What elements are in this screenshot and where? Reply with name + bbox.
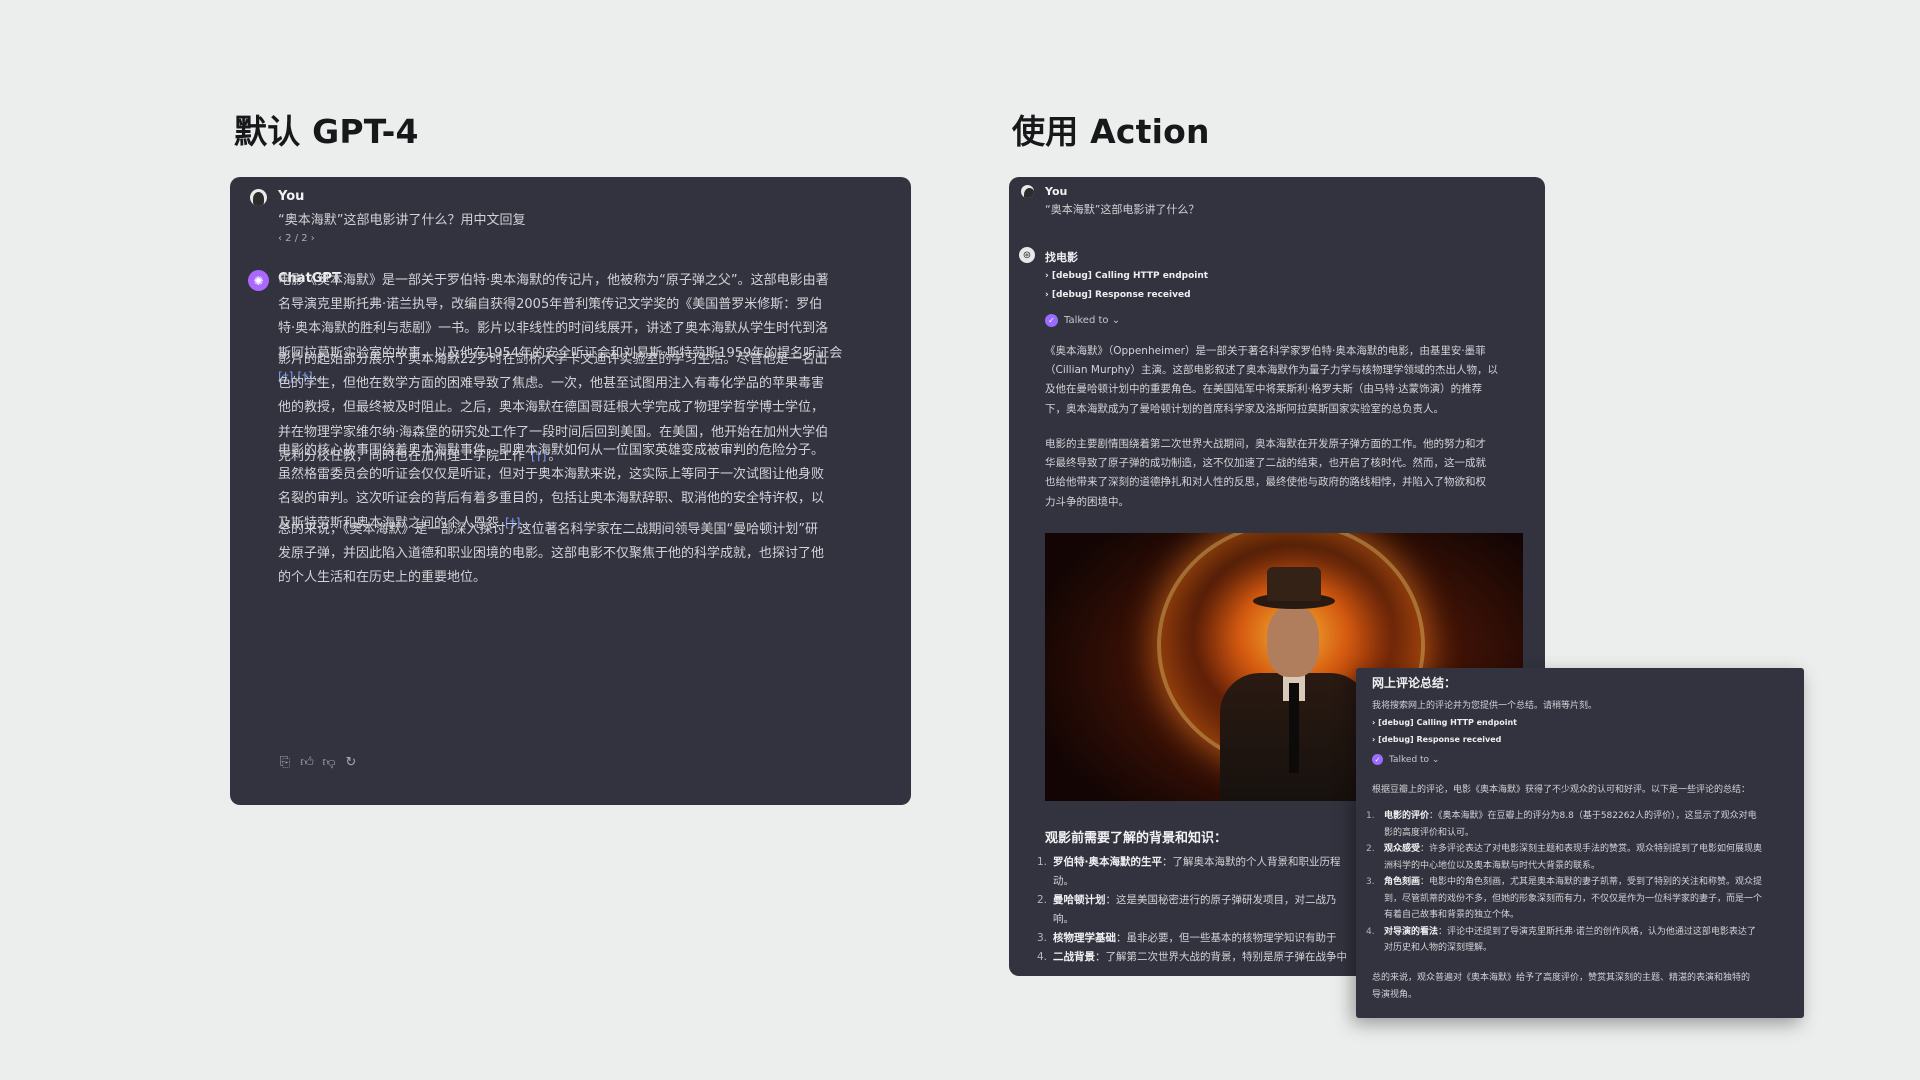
list-item: 1. 电影的评价：《奥本海默》在豆瓣上的评分为8.8（基于582262人的评价），… <box>1366 808 1792 841</box>
response-line: 及他在曼哈顿计划中的重要角色。在美国陆军中将莱斯利·格罗夫斯（由马特·达蒙饰演）… <box>1045 383 1483 396</box>
response-line: （Cillian Murphy）主演。这部电影叙述了奥本海默作为量子力学与核物理… <box>1045 364 1498 377</box>
debug-response-received[interactable]: › [debug] Response received <box>1372 735 1501 744</box>
response-pager[interactable]: ‹ 2 / 2 › <box>278 233 315 244</box>
talked-to-toggle[interactable]: ✓ Talked to ⌄ <box>1372 754 1439 765</box>
response-line: 的个人生活和在历史上的重要地位。 <box>278 566 486 585</box>
list-number: 1. <box>1366 811 1375 821</box>
list-number: 4. <box>1366 926 1375 937</box>
list-number: 1. <box>1037 856 1048 868</box>
list-number: 3. <box>1366 877 1375 887</box>
user-name: You <box>278 189 305 204</box>
list-item-line: ：许多评论表达了对电影深刻主题和表现手法的赞赏。观众特别提到了电影如何展现奥 <box>1420 844 1763 854</box>
list-item-line: 动。 <box>1053 875 1074 887</box>
list-number: 2. <box>1037 894 1048 906</box>
thumbs-up-icon[interactable]: 👍︎ <box>300 755 314 770</box>
custom-gpt-icon: ⊛ <box>1019 247 1035 263</box>
checkmark-icon: ✓ <box>1372 754 1383 765</box>
response-line: 特·奥本海默的胜利与悲剧》一书。影片以非线性的时间线展开，讲述了奥本海默从学生时… <box>278 321 829 337</box>
list-item-text: 观众感受：许多评论表达了对电影深刻主题和表现手法的赞赏。观众特别提到了电影如何展… <box>1378 841 1792 874</box>
user-message: “奥本海默”这部电影讲了什么？ <box>1045 203 1200 216</box>
response-line: 电影的主要剧情围绕着第二次世界大战期间，奥本海默在开发原子弹方面的工作。他的努力… <box>1045 438 1486 450</box>
response-line: 名导演克里斯托弗·诺兰执导，改编自获得2005年普利策传记文学奖的《美国普罗米修… <box>278 297 823 313</box>
list-item-title: 对导演的看法 <box>1384 926 1439 937</box>
thumbs-down-icon[interactable]: 👎︎ <box>322 755 336 770</box>
list-item-title: 核物理学基础 <box>1053 932 1116 944</box>
user-message: “奥本海默”这部电影讲了什么？用中文回复 <box>278 213 526 228</box>
response-line: 色的学生，但他在数学方面的困难导致了焦虑。一次，他甚至试图用注入有毒化学品的苹果… <box>278 376 825 392</box>
summary-intro: 根据豆瓣上的评论，电影《奥本海默》获得了不少观众的认可和好评。以下是一些评论的总… <box>1372 785 1751 795</box>
heading-with-action: 使用 Action <box>1012 112 1210 151</box>
list-item-line: ：虽非必要，但一些基本的核物理学知识有助于 <box>1116 932 1337 944</box>
talked-to-toggle[interactable]: ✓ Talked to ⌄ <box>1045 314 1120 327</box>
response-line: 并在物理学家维尔纳·海森堡的研究处工作了一段时间后回到美国。在美国，他开始在加州… <box>278 424 829 440</box>
response-line: 总的来说，《奥本海默》是一部深入探讨了这位著名科学家在二战期间领导美国“曼哈顿计… <box>278 522 818 537</box>
response-line: 力斗争的困境中。 <box>1045 495 1129 508</box>
conclusion-line: 总的来说，观众普遍对《奥本海默》给予了高度评价，赞赏其深刻的主题、精湛的表演和独… <box>1372 973 1751 983</box>
checkmark-icon: ✓ <box>1045 314 1058 327</box>
list-item: 4. 对导演的看法：评论中还提到了导演克里斯托弗·诺兰的创作风格，认为他通过这部电… <box>1366 924 1792 957</box>
talked-to-label: Talked to ⌄ <box>1389 754 1440 765</box>
list-item-line: 响。 <box>1053 913 1074 925</box>
list-item-title: 罗伯特·奥本海默的生平 <box>1053 856 1162 868</box>
list-number: 3. <box>1037 932 1048 944</box>
list-item: 2. 观众感受：许多评论表达了对电影深刻主题和表现手法的赞赏。观众特别提到了电影如… <box>1366 841 1792 874</box>
response-line: 也给他带来了深刻的道德挣扎和对人性的反思，最终使他与政府的路线相悖，并陷入了物欲… <box>1045 476 1486 489</box>
list-item-line: ：了解奥本海默的个人背景和职业历程 <box>1162 856 1341 868</box>
list-item-line: ：评论中还提到了导演克里斯托弗·诺兰的创作风格，认为他通过这部电影表达了 <box>1438 926 1756 937</box>
heading-default-gpt4: 默认 GPT-4 <box>234 112 419 151</box>
response-line: 虽然格雷委员会的听证会仅仅是听证，但对于奥本海默来说，这实际上等同于一次试图让他… <box>278 467 825 483</box>
response-line: 《奥本海默》（Oppenheimer）是一部关于著名科学家罗伯特·奥本海默的电影… <box>1045 345 1486 357</box>
debug-calling-endpoint[interactable]: › [debug] Calling HTTP endpoint <box>1045 271 1208 281</box>
response-line: 电影《奥本海默》是一部关于罗伯特·奥本海默的传记片，他被称为“原子弹之父”。这部… <box>278 273 829 288</box>
list-item-line: ：这是美国秘密进行的原子弹研发项目，对二战乃 <box>1105 894 1337 906</box>
user-avatar <box>1021 185 1034 198</box>
regenerate-icon[interactable]: ↻ <box>344 755 358 770</box>
list-item-text: 角色刻画：电影中的角色刻画，尤其是奥本海默的妻子凯蒂，受到了特别的关注和称赞。观… <box>1378 874 1792 924</box>
list-item-title: 曼哈顿计划 <box>1053 894 1106 906</box>
list-number: 2. <box>1366 844 1375 854</box>
debug-calling-endpoint[interactable]: › [debug] Calling HTTP endpoint <box>1372 718 1517 727</box>
review-summary-panel: 网上评论总结： 我将搜索网上的评论并为您提供一个总结。请稍等片刻。 › [deb… <box>1356 668 1804 1018</box>
custom-gpt-name: 找电影 <box>1045 251 1078 264</box>
list-item-line: 到，尽管凯蒂的戏份不多，但她的形象深刻而有力，不仅仅是作为一位科学家的妻子，而是… <box>1384 893 1763 904</box>
list-item-line: ：《奥本海默》在豆瓣上的评分为8.8（基于582262人的评价），这显示了观众对… <box>1429 811 1757 821</box>
conclusion-line: 导演视角。 <box>1372 989 1418 1000</box>
response-line: 名裂的审判。这次听证会的背后有着多重目的，包括让奥本海默辞职、取消他的安全特许权… <box>278 491 825 507</box>
response-line: 发原子弹，并因此陷入道德和职业困境的电影。这部电影不仅聚焦于他的科学成就，也探讨… <box>278 546 825 562</box>
response-action-bar: ⎘ 👍︎ 👎︎ ↻ <box>278 755 358 770</box>
chatgpt-logo-icon: ✺ <box>248 270 269 291</box>
response-text: 的个人生活和在历史上的重要地位。 <box>278 570 487 586</box>
copy-icon[interactable]: ⎘ <box>278 755 292 770</box>
default-gpt4-chat-panel: You “奥本海默”这部电影讲了什么？用中文回复 ‹ 2 / 2 › ✺ Cha… <box>230 177 911 805</box>
user-name: You <box>1045 185 1068 198</box>
response-line: 他的教授，但最终被及时阻止。之后，奥本海默在德国哥廷根大学完成了物理学哲学博士学… <box>278 400 825 416</box>
review-summary-title: 网上评论总结： <box>1372 676 1457 690</box>
response-line: 电影的核心故事围绕着奥本海默事件，即奥本海默如何从一位国家英雄变成被审判的危险分… <box>278 443 825 458</box>
list-item-title: 观众感受 <box>1384 844 1421 854</box>
list-item-title: 电影的评价 <box>1384 811 1430 821</box>
list-item-title: 二战背景 <box>1053 951 1095 963</box>
list-item-line: 有着自己故事和背景的独立个体。 <box>1384 910 1520 920</box>
list-number: 4. <box>1037 951 1048 963</box>
list-item-line: ：了解第二次世界大战的背景，特别是原子弹在战争中 <box>1095 951 1347 963</box>
list-item-line: ：电影中的角色刻画，尤其是奥本海默的妻子凯蒂，受到了特别的关注和称赞。观众提 <box>1420 877 1763 887</box>
list-item: 3. 角色刻画：电影中的角色刻画，尤其是奥本海默的妻子凯蒂，受到了特别的关注和称赞… <box>1366 874 1792 924</box>
response-line: 下，奥本海默成为了曼哈顿计划的首席科学家及洛斯阿拉莫斯国家实验室的总负责人。 <box>1045 402 1444 415</box>
list-item-title: 角色刻画 <box>1384 877 1421 887</box>
background-knowledge-heading: 观影前需要了解的背景和知识： <box>1045 831 1228 846</box>
debug-response-received[interactable]: › [debug] Response received <box>1045 290 1191 300</box>
list-item-text: 对导演的看法：评论中还提到了导演克里斯托弗·诺兰的创作风格，认为他通过这部电影表… <box>1378 924 1792 957</box>
talked-to-label: Talked to ⌄ <box>1064 315 1121 326</box>
user-avatar <box>250 189 267 206</box>
list-item-line: 洲科学的中心地位以及奥本海默与时代大背景的联系。 <box>1384 860 1601 871</box>
review-points-list: 1. 电影的评价：《奥本海默》在豆瓣上的评分为8.8（基于582262人的评价），… <box>1366 808 1792 957</box>
list-item-line: 影的高度评价和认可。 <box>1384 827 1475 838</box>
response-line: 影片的起始部分展示了奥本海默22岁时在剑桥大学卡文迪许实验室的学习生活。尽管他是… <box>278 352 828 367</box>
response-line: 华最终导致了原子弹的成功制造，这不仅加速了二战的结束，也开启了核时代。然而，这一… <box>1045 457 1486 470</box>
list-item-text: 电影的评价：《奥本海默》在豆瓣上的评分为8.8（基于582262人的评价），这显… <box>1378 808 1792 841</box>
list-item-line: 对历史和人物的深刻理解。 <box>1384 943 1493 953</box>
review-summary-intro: 我将搜索网上的评论并为您提供一个总结。请稍等片刻。 <box>1372 701 1598 711</box>
